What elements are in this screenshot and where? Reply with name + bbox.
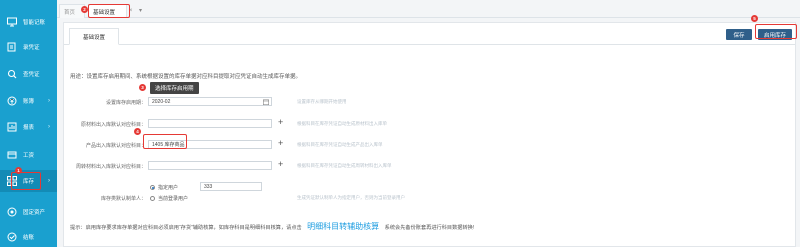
save-button[interactable]: 保存 [726,29,752,40]
annotation-badge: 2 [81,6,88,13]
sidebar-item-label: 录凭证 [23,45,40,51]
raw-material-account-input[interactable] [148,119,272,128]
product-label: 产品出入库默认对应科目： [85,143,146,149]
sidebar-item-label: 结账 [23,235,35,241]
ledger-icon [7,96,17,106]
radio-current-user[interactable] [150,196,155,201]
sidebar-item-label: 智能记账 [23,20,46,26]
start-period-label: 设置库存启用期： [105,100,146,106]
panel-tab-bar: 基础设置 [64,23,795,45]
sidebar-item-query-voucher[interactable]: 查凭证 [0,63,57,85]
annotation-highlight [755,24,797,39]
search-voucher-icon [7,69,17,79]
fixed-user-value: 333 [204,183,213,190]
sidebar-item-enter-voucher[interactable]: 录凭证 [0,36,57,58]
start-period-hint: 设置库存从哪期开始使用 [297,99,347,104]
annotation-highlight [11,172,41,190]
annotation-highlight [143,134,187,149]
chevron-down-icon[interactable]: ▾ [139,7,142,14]
footer-tip-suffix: 系统会先备份账套再进行科目数据转换! [384,225,475,231]
turnover-hint: 根据科目在库存凭证自动生成周转材料出入库单 [297,163,392,168]
start-period-input[interactable]: 2020-02 [148,97,272,106]
sidebar-item-label: 账簿 [23,99,35,105]
sidebar-item-close-accounts[interactable]: 结账 [0,226,57,248]
annotation-highlight [88,4,130,18]
tab-label: 首页 [64,9,76,16]
period-tooltip: 选择库存启用期 [150,82,199,94]
annotation-badge: 1 [15,167,22,174]
main-area: 基础设置 保存 启用库存 用途：设置库存启用期间、系统根据设置的库存单据对应科目… [57,18,800,247]
convert-aux-accounting-link[interactable]: 明细科目转辅助核算 [307,222,379,231]
footer-tip-prefix: 提示：启用库存要求库存单据对应科目必须启用“存货”辅助核算，如库存科目是明细科目… [70,225,302,231]
annotation-badge: 3 [139,84,146,91]
turnover-label: 周转材料出入库默认对应科目： [75,164,146,170]
sidebar-item-label: 报表 [23,125,35,131]
salary-icon [7,150,17,160]
sidebar-item-label: 固定资产 [23,210,46,216]
radio-fixed-user-label: 指定用户 [158,185,179,191]
annotation-badge: 5 [751,15,758,22]
product-hint: 根据科目在库存凭证自动生成产品出入库单 [297,142,383,147]
tab-bar: 首页 基础设置 × ▾ [57,0,800,18]
sidebar-item-smart-bookkeeping[interactable]: 智能记账 [0,11,57,33]
usage-description: 用途：设置库存启用期间、系统根据设置的库存单据对应科目提取对应凭证自动生成库存单… [70,74,302,80]
radio-fixed-user[interactable] [150,185,155,190]
monitor-icon [7,17,17,27]
sidebar-item-label: 工资 [23,153,35,159]
add-product-account-icon[interactable]: + [278,139,283,148]
asset-icon [7,207,17,217]
report-icon [7,122,17,132]
edit-voucher-icon [7,42,17,52]
raw-material-label: 原材料出入库默认对应科目： [80,122,146,128]
add-turnover-account-icon[interactable]: + [278,160,283,169]
sidebar-item-label: 查凭证 [23,72,40,78]
footer-tip: 提示：启用库存要求库存单据对应科目必须启用“存货”辅助核算，如库存科目是明细科目… [70,221,474,232]
fixed-user-input[interactable]: 333 [200,182,262,191]
sidebar-item-fixed-assets[interactable]: 固定资产 [0,201,57,223]
add-raw-material-account-icon[interactable]: + [278,118,283,127]
radio-current-user-label: 当前登录用户 [158,196,189,202]
default-user-hint: 生成凭证默认制单人为指定用户，否则为当前登录用户 [297,195,405,200]
tab-inventory-basic-settings[interactable]: 基础设置 [69,28,119,45]
calendar-icon[interactable] [263,99,270,107]
chevron-right-icon: › [48,178,50,184]
tab-label: 基础设置 [82,34,105,41]
turnover-account-input[interactable] [148,161,272,170]
annotation-badge: 4 [134,128,141,135]
close-account-icon [7,232,17,242]
start-period-value: 2020-02 [152,98,171,105]
raw-material-hint: 根据科目在库存凭证自动生成原材料出入库单 [297,121,387,126]
default-user-label: 库存类默认制单人： [100,196,146,202]
